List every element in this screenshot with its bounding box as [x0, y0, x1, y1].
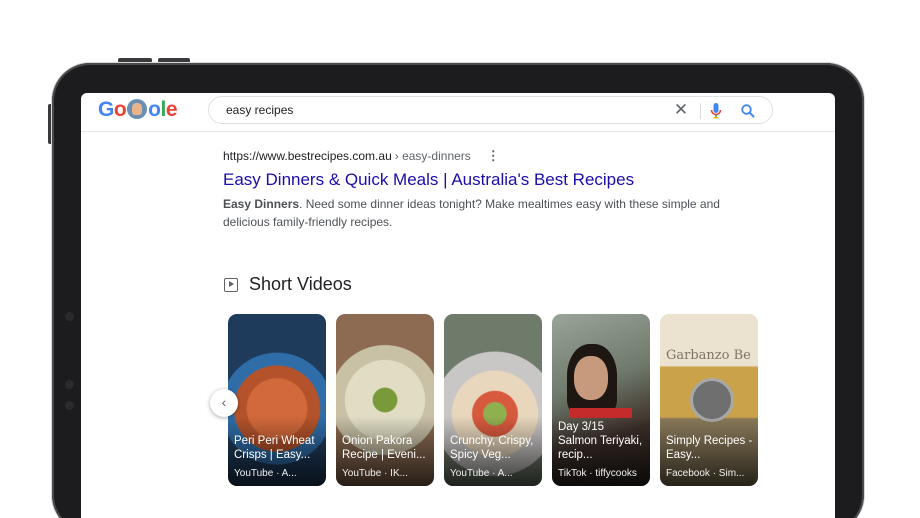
result-url-line: https://www.bestrecipes.com.au › easy-di… [223, 148, 743, 164]
search-result: https://www.bestrecipes.com.au › easy-di… [223, 148, 743, 231]
short-videos-title: Short Videos [249, 274, 352, 294]
video-title: Peri Peri Wheat Crisps | Easy... [234, 435, 315, 461]
short-videos-icon [224, 277, 238, 292]
clear-icon[interactable]: ✕ [671, 100, 691, 120]
video-card[interactable]: Onion Pakora Recipe | Eveni... YouTube ·… [336, 314, 434, 486]
video-title: Day 3/15 Salmon Teriyaki, recip... [558, 421, 643, 461]
video-source: TikTok · tiffycooks [558, 468, 637, 479]
tablet-sensor [65, 401, 74, 410]
tablet-sensor [65, 312, 74, 321]
result-url[interactable]: https://www.bestrecipes.com.au [223, 148, 392, 164]
video-source: YouTube · A... [234, 468, 297, 479]
video-card[interactable]: Peri Peri Wheat Crisps | Easy... YouTube… [228, 314, 326, 486]
video-title: Simply Recipes - Easy... [666, 435, 753, 461]
thumbnail-face [574, 356, 608, 400]
google-logo[interactable]: Go ole [98, 97, 178, 123]
video-source: YouTube · IK... [342, 468, 408, 479]
result-breadcrumb: › easy-dinners [394, 149, 471, 163]
page: Go ole easy recipes ✕ https://www.bestre… [0, 0, 920, 518]
video-source: Facebook · Sim... [666, 468, 745, 479]
mic-icon[interactable] [708, 101, 724, 121]
search-input[interactable]: easy recipes ✕ [208, 96, 773, 124]
thumbnail-jar-label: Garbanzo Be [666, 348, 751, 363]
search-divider [700, 103, 701, 119]
more-options-icon[interactable]: ⋮ [487, 148, 500, 164]
short-videos-header: Short Videos [224, 274, 352, 295]
tablet-screen: Go ole easy recipes ✕ https://www.bestre… [81, 93, 835, 518]
video-title: Crunchy, Crispy, Spicy Veg... [450, 435, 534, 461]
search-icon[interactable] [739, 101, 757, 121]
doodle-icon [127, 99, 148, 119]
video-card[interactable]: Day 3/15 Salmon Teriyaki, recip... TikTo… [552, 314, 650, 486]
video-source: YouTube · A... [450, 468, 513, 479]
search-query[interactable]: easy recipes [226, 103, 293, 117]
video-title: Onion Pakora Recipe | Eveni... [342, 435, 426, 461]
tablet-sensor [65, 380, 74, 389]
video-card[interactable]: Garbanzo Be Simply Recipes - Easy... Fac… [660, 314, 758, 486]
chevron-left-icon: ‹ [221, 394, 227, 410]
snippet-bold: Easy Dinners [223, 197, 300, 211]
carousel-prev-button[interactable]: ‹ [210, 389, 238, 417]
result-snippet: Easy Dinners. Need some dinner ideas ton… [223, 195, 723, 231]
result-title-link[interactable]: Easy Dinners & Quick Meals | Australia's… [223, 169, 743, 191]
search-header: Go ole easy recipes ✕ [81, 93, 835, 132]
video-card[interactable]: Crunchy, Crispy, Spicy Veg... YouTube · … [444, 314, 542, 486]
